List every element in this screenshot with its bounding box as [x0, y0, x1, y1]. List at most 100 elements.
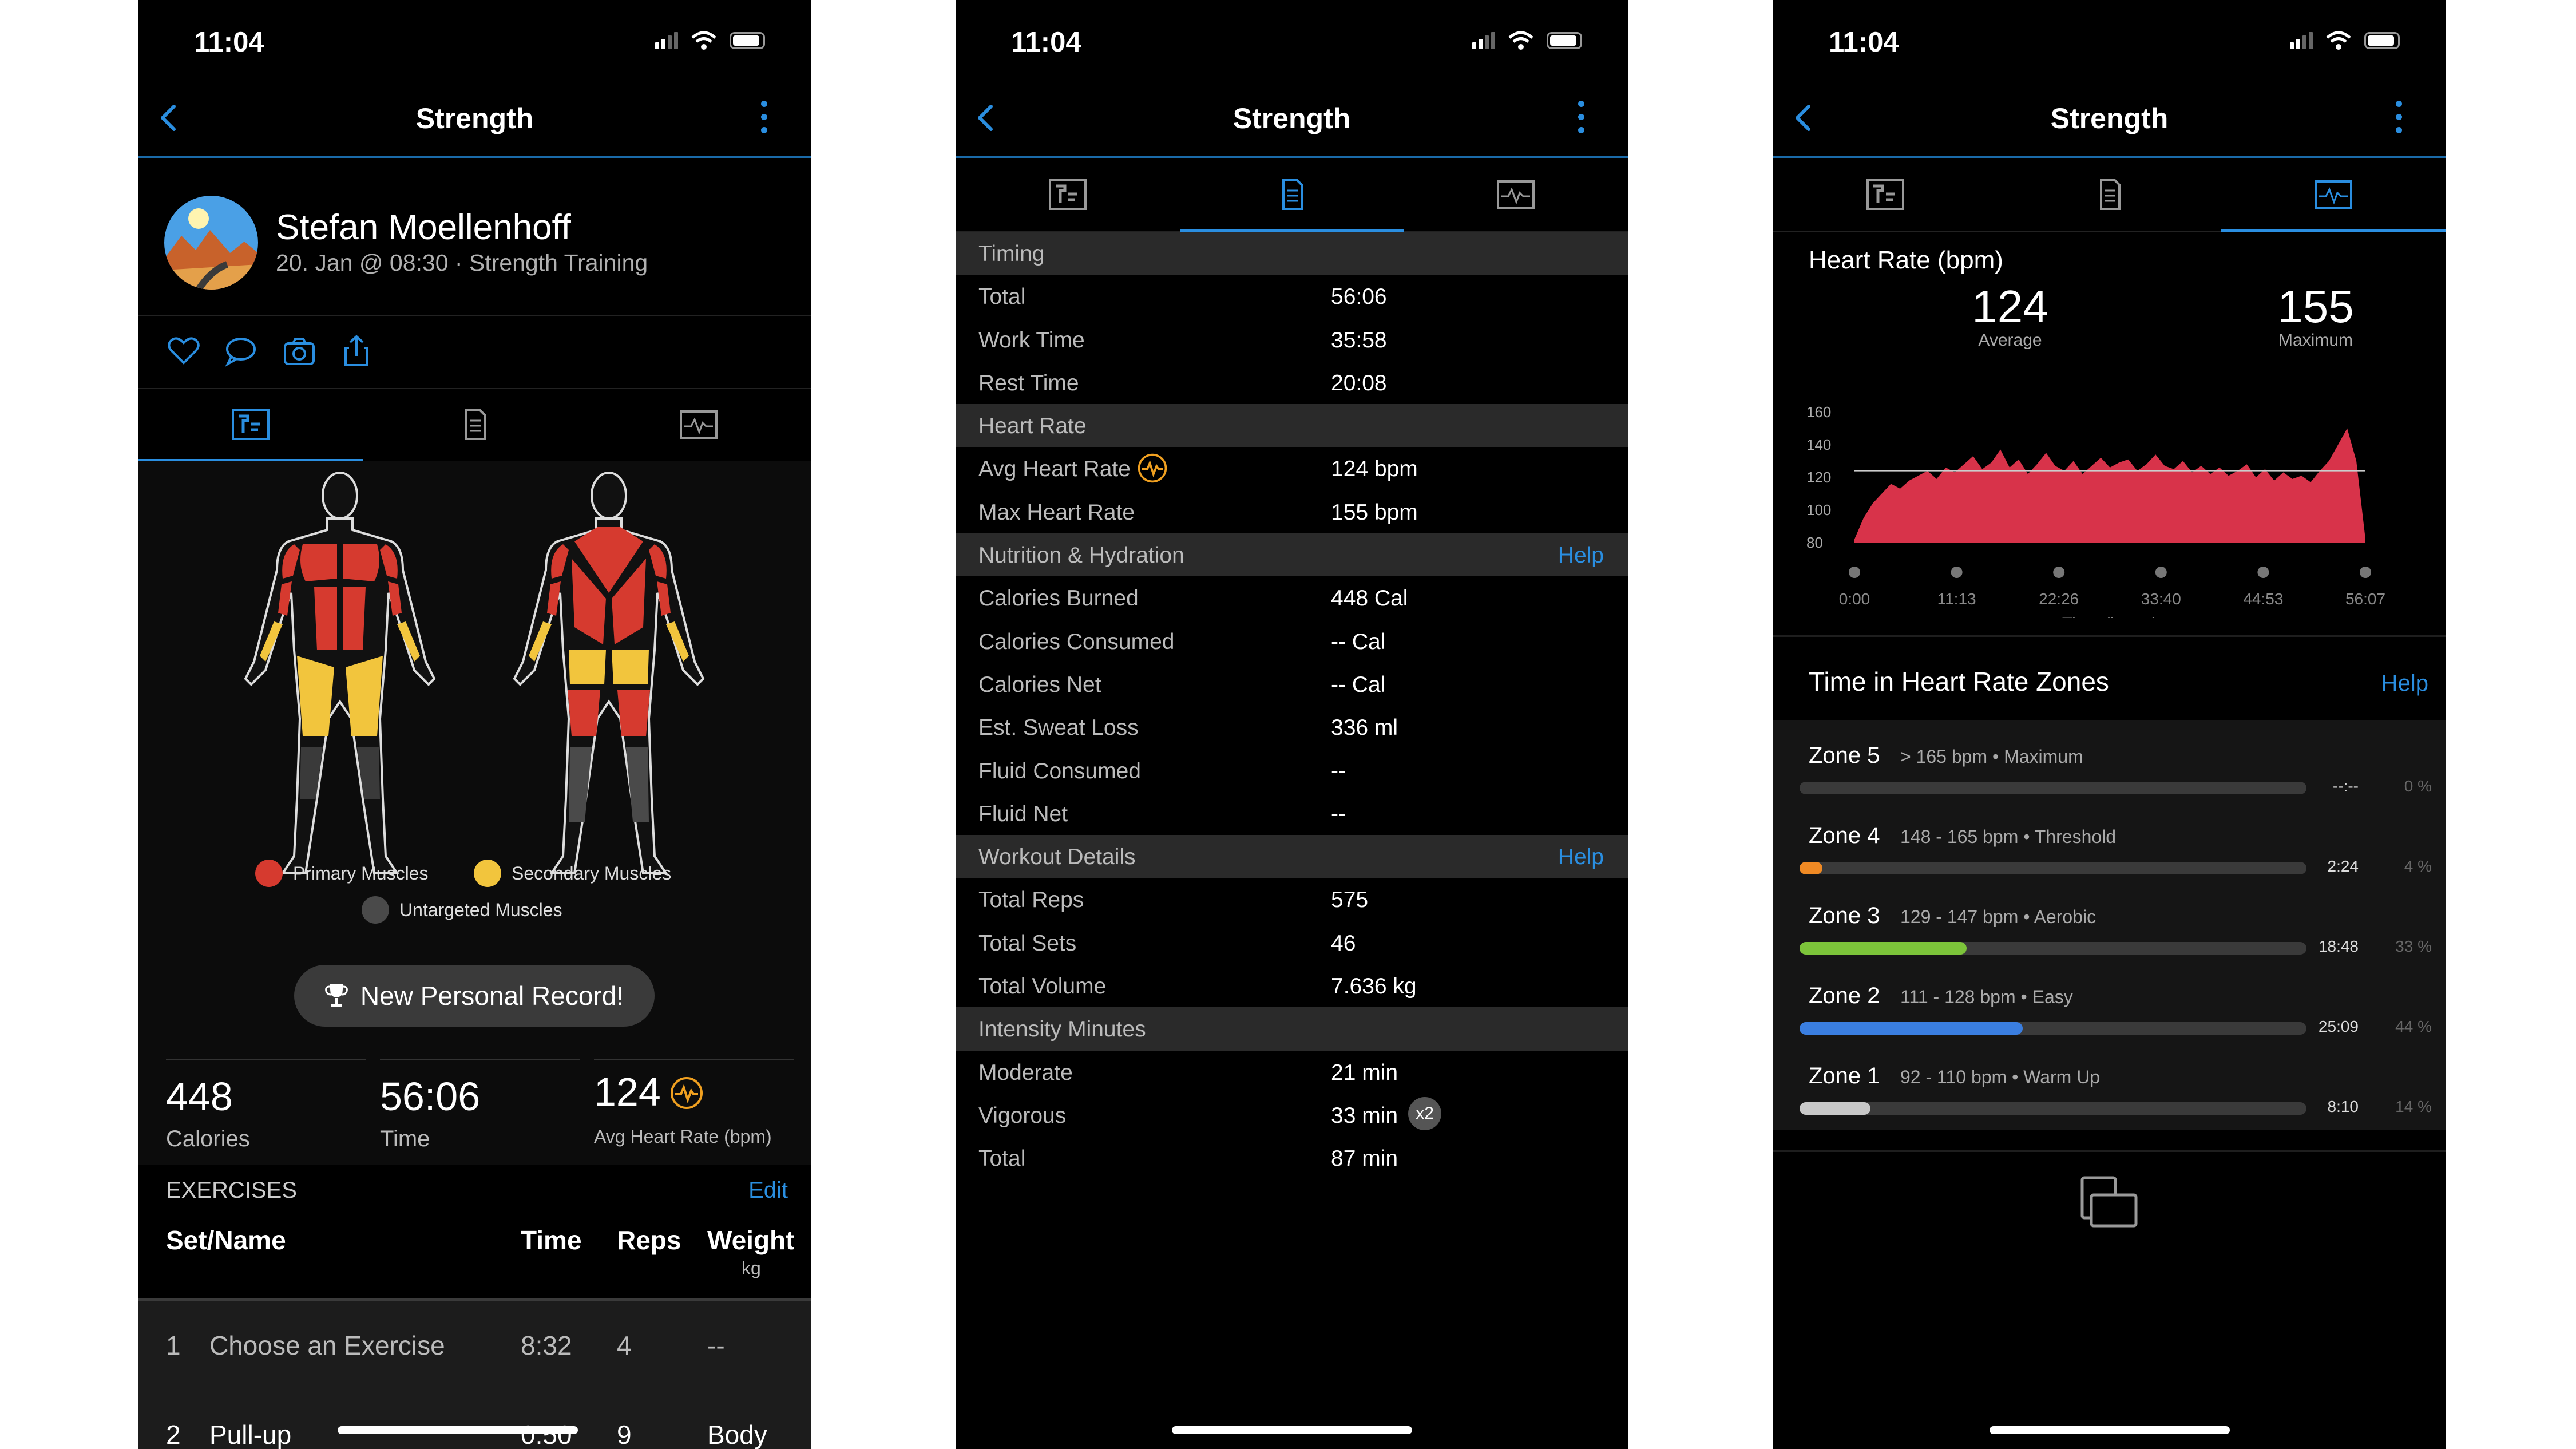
- legend-secondary-label: Secondary Muscles: [512, 862, 672, 884]
- detail-key: Est. Sweat Loss: [978, 715, 1139, 741]
- x-tick-label: 44:53: [2243, 590, 2283, 608]
- col-weight: Weight: [707, 1225, 795, 1255]
- zone-bar-fill: [1800, 1022, 2023, 1035]
- detail-value: -- Cal: [1331, 672, 1386, 697]
- tab-details[interactable]: [1179, 158, 1404, 232]
- hr-maximum-label: Maximum: [2278, 331, 2353, 350]
- secondary-dot: [474, 860, 501, 887]
- col-time: Time: [521, 1225, 582, 1255]
- detail-value: 448 Cal: [1331, 586, 1408, 611]
- detail-row: Total Reps 575: [956, 878, 1628, 921]
- overview-icon: [1048, 179, 1087, 210]
- section-intensity-minutes: Intensity Minutes: [956, 1007, 1628, 1051]
- zone-percent: 4 %: [2404, 857, 2432, 875]
- detail-key: Fluid Net: [978, 801, 1068, 826]
- detail-row: Est. Sweat Loss 336 ml: [956, 706, 1628, 749]
- zone-percent: 14 %: [2395, 1098, 2432, 1115]
- tab-overview[interactable]: [1773, 158, 1998, 231]
- more-menu-icon[interactable]: [757, 101, 771, 141]
- legend-secondary: Secondary Muscles: [474, 860, 671, 887]
- tab-overview[interactable]: [138, 388, 363, 462]
- exercises-edit-link[interactable]: Edit: [748, 1178, 788, 1203]
- multiplier-badge: x2: [1408, 1096, 1442, 1130]
- tab-charts[interactable]: [586, 388, 811, 461]
- x-tick-dot: [1951, 567, 1963, 578]
- zones-help-link[interactable]: Help: [2381, 671, 2428, 696]
- activity-header: Stefan Moellenhoff 20. Jan @ 08:30 · Str…: [138, 158, 811, 316]
- zone-description: 111 - 128 bpm • Easy: [1900, 987, 2073, 1007]
- back-figure: [513, 472, 705, 874]
- hr-average: 124 Average: [1924, 280, 2096, 350]
- phone-details: 11:04 Strength Timing Total 56:06 Work Ti…: [956, 0, 1628, 1449]
- detail-value: 155 bpm: [1331, 500, 1418, 525]
- zone-time: 2:24: [2327, 857, 2359, 875]
- exercise-reps: 4: [617, 1331, 632, 1360]
- nav-bar: Strength: [1773, 86, 2446, 158]
- chart-icon: [1497, 180, 1535, 209]
- zone-name: Zone 4: [1809, 823, 1880, 848]
- heart-rate-chart[interactable]: 160 140 120 100 80 0:00 11:13 22:26 33:40 44:53 56…: [1773, 378, 2446, 618]
- divider: [1773, 635, 2446, 637]
- front-figure: [244, 472, 436, 874]
- section-title: Intensity Minutes: [978, 1017, 1146, 1042]
- col-set-name: Set/Name: [166, 1225, 286, 1255]
- calories-value: 448: [166, 1074, 233, 1119]
- detail-key: Moderate: [978, 1060, 1073, 1085]
- exercise-time: 8:32: [521, 1331, 572, 1360]
- tab-overview[interactable]: [956, 158, 1180, 231]
- legend-untargeted: Untargeted Muscles: [362, 896, 562, 924]
- detail-key: Rest Time: [978, 370, 1079, 395]
- hr-value: 124: [594, 1070, 661, 1114]
- detail-key: Calories Net: [978, 672, 1101, 697]
- share-icon[interactable]: [339, 333, 374, 369]
- detail-row: Total 87 min: [956, 1137, 1628, 1179]
- zone-name: Zone 2: [1809, 983, 1880, 1008]
- more-menu-icon[interactable]: [1574, 101, 1588, 141]
- tab-charts[interactable]: [2221, 158, 2446, 232]
- section-title: Heart Rate: [978, 414, 1087, 439]
- workout-help-link[interactable]: Help: [1558, 845, 1604, 870]
- home-indicator[interactable]: [338, 1426, 578, 1434]
- detail-value: 21 min: [1331, 1060, 1398, 1085]
- status-bar: 11:04: [1773, 0, 2446, 86]
- nav-title: Strength: [1232, 102, 1351, 134]
- zone-bar: [1800, 782, 2306, 794]
- personal-record-button[interactable]: New Personal Record!: [294, 965, 655, 1027]
- x-axis-label: Time (h:m:s): [2062, 615, 2158, 618]
- detail-row: Calories Burned 448 Cal: [956, 576, 1628, 619]
- status-bar: 11:04: [956, 0, 1628, 86]
- status-time: 11:04: [194, 27, 264, 58]
- home-indicator[interactable]: [1990, 1426, 2230, 1434]
- col-weight-unit: kg: [742, 1258, 761, 1278]
- action-bar: [138, 315, 811, 389]
- avatar[interactable]: [164, 196, 258, 290]
- nav-title: Strength: [2050, 102, 2169, 134]
- zone-time: --:--: [2332, 777, 2359, 795]
- detail-row: Calories Net -- Cal: [956, 663, 1628, 706]
- exercise-weight: Body: [707, 1420, 767, 1449]
- camera-icon[interactable]: [282, 333, 317, 369]
- x-tick-dot: [2360, 567, 2371, 578]
- detail-key: Avg Heart Rate: [978, 453, 1168, 484]
- comment-icon[interactable]: [223, 333, 259, 369]
- home-indicator[interactable]: [1172, 1426, 1412, 1434]
- detail-row: Total Sets 46: [956, 921, 1628, 964]
- detail-key: Max Heart Rate: [978, 500, 1135, 525]
- tab-details[interactable]: [363, 388, 587, 461]
- x-tick-label: 22:26: [2039, 590, 2079, 608]
- col-reps: Reps: [617, 1225, 681, 1255]
- zones-list: Zone 5 > 165 bpm • Maximum --:-- 0 % Zon…: [1773, 720, 2446, 1130]
- more-menu-icon[interactable]: [2392, 101, 2405, 141]
- legend-primary-label: Primary Muscles: [293, 862, 429, 884]
- nutrition-help-link[interactable]: Help: [1558, 543, 1604, 568]
- legend-primary: Primary Muscles: [255, 860, 428, 887]
- tab-details[interactable]: [1998, 158, 2222, 231]
- detail-key: Calories Burned: [978, 586, 1139, 611]
- heart-icon[interactable]: [166, 333, 201, 369]
- document-icon: [2099, 179, 2121, 210]
- zone-row: Zone 1 92 - 110 bpm • Warm Up 8:10 14 %: [1773, 1056, 2446, 1137]
- tab-charts[interactable]: [1404, 158, 1628, 231]
- detail-value: 56:06: [1331, 284, 1387, 310]
- document-icon: [465, 409, 486, 440]
- fullscreen-icon[interactable]: [2078, 1173, 2141, 1230]
